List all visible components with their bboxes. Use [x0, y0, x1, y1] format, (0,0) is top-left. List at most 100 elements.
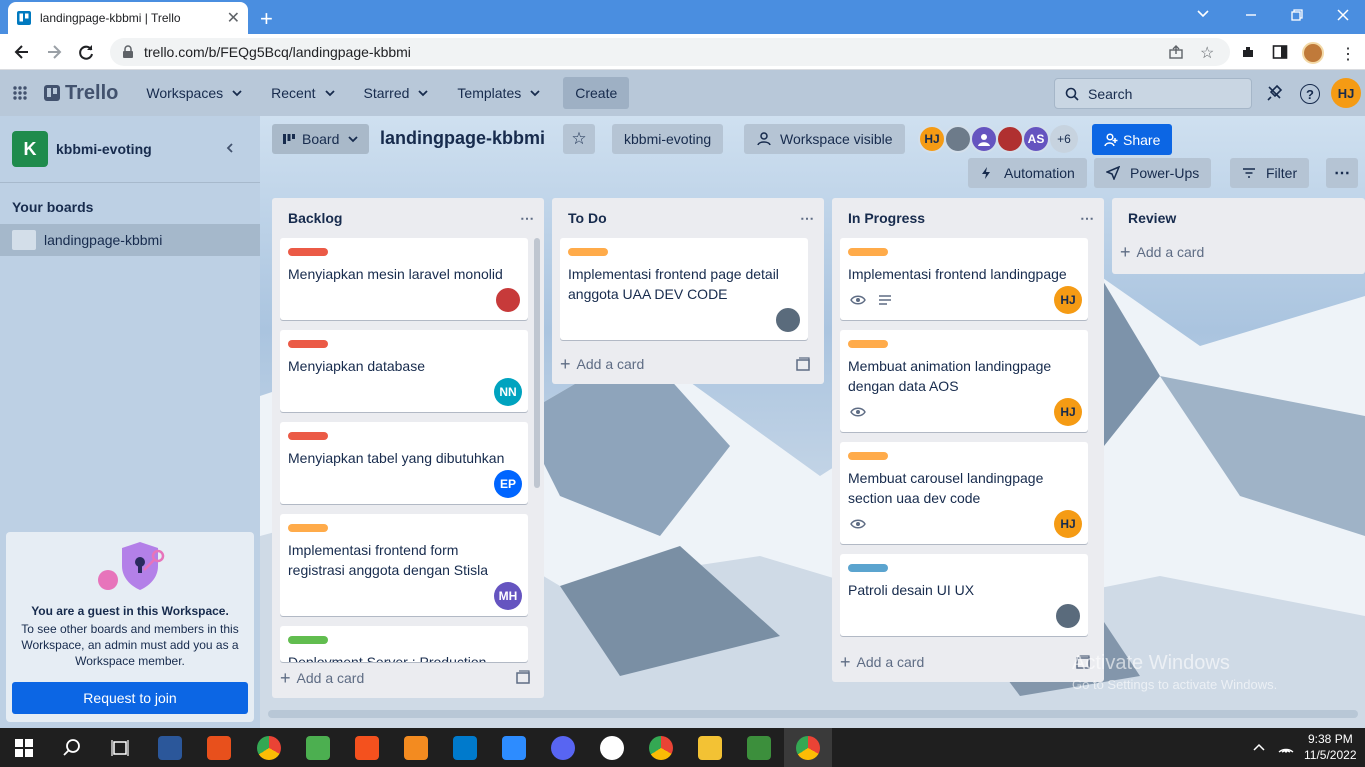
new-tab-icon[interactable]: + [260, 6, 273, 32]
tab-search-icon[interactable] [1196, 6, 1210, 20]
tray-chevron-icon[interactable] [1252, 742, 1266, 752]
add-card-button[interactable]: + Add a card [280, 664, 364, 692]
templates-menu[interactable]: Templates [447, 77, 551, 109]
share-page-icon[interactable] [1168, 44, 1184, 60]
extensions-icon[interactable] [1240, 44, 1256, 60]
board-view-switcher[interactable]: Board [272, 124, 370, 154]
app-switcher-icon[interactable] [12, 85, 28, 101]
member-avatar-hj[interactable]: HJ [918, 125, 946, 153]
word-app-icon[interactable] [158, 736, 182, 760]
reload-icon[interactable] [76, 42, 96, 62]
board-horizontal-scrollbar[interactable] [268, 710, 1358, 718]
browser-menu-icon[interactable]: ⋮ [1340, 44, 1356, 64]
wifi-icon[interactable] [1278, 740, 1294, 754]
chrome-app-icon[interactable] [257, 736, 281, 760]
add-card-button[interactable]: + Add a card [840, 648, 924, 676]
star-board-button[interactable]: ☆ [563, 124, 595, 154]
xampp-app-icon[interactable] [355, 736, 379, 760]
notifications-icon[interactable] [1265, 84, 1283, 102]
card-label [848, 248, 888, 256]
forward-icon[interactable] [44, 42, 64, 62]
workspace-name[interactable]: kbbmi-evoting [56, 141, 152, 157]
powerups-button[interactable]: Power-Ups [1094, 158, 1212, 188]
writer-app-icon[interactable] [600, 736, 624, 760]
side-panel-icon[interactable] [1272, 44, 1288, 60]
list-menu-icon[interactable]: ⋯ [520, 210, 534, 227]
chrome-profile-app-icon[interactable] [649, 736, 673, 760]
more-members-badge[interactable]: +6 [1050, 125, 1078, 153]
chevron-down-icon [529, 87, 541, 99]
close-window-icon[interactable] [1336, 8, 1350, 22]
discord-app-icon[interactable] [551, 736, 575, 760]
list-menu-icon[interactable]: ⋯ [1080, 210, 1094, 227]
card[interactable]: Membuat carousel landingpage section uaa… [840, 442, 1088, 544]
member-avatar-photo-2[interactable] [996, 125, 1024, 153]
list-scrollbar[interactable] [534, 238, 540, 488]
request-to-join-button[interactable]: Request to join [12, 682, 248, 714]
help-icon[interactable]: ? [1300, 84, 1320, 104]
taskbar-search-icon[interactable] [62, 738, 82, 758]
card[interactable]: Patroli desain UI UX [840, 554, 1088, 636]
clock-time[interactable]: 9:38 PM [1308, 732, 1353, 746]
sublime-app-icon[interactable] [404, 736, 428, 760]
minimize-icon[interactable] [1244, 8, 1258, 22]
back-icon[interactable] [12, 42, 32, 62]
card[interactable]: Deployment Server : Production [280, 626, 528, 662]
member-avatar-as[interactable]: AS [1022, 125, 1050, 153]
card-template-icon[interactable] [516, 670, 530, 684]
collapse-sidebar-icon[interactable] [224, 141, 236, 155]
card-template-icon[interactable] [796, 357, 810, 371]
chrome-active-app-icon[interactable] [796, 736, 820, 760]
windows-start-icon[interactable] [15, 739, 33, 757]
sidebar-board-item[interactable]: landingpage-kbbmi [0, 224, 260, 256]
user-avatar[interactable]: HJ [1331, 78, 1361, 108]
card[interactable]: Menyiapkan mesin laravel monolid [280, 238, 528, 320]
card[interactable]: Implementasi frontend landingpage HJ [840, 238, 1088, 320]
rocket-icon [1106, 166, 1120, 180]
vscode-app-icon[interactable] [453, 736, 477, 760]
card-title: Patroli desain UI UX [848, 582, 975, 598]
add-card-button[interactable]: + Add a card [1120, 238, 1204, 266]
automation-button[interactable]: Automation [968, 158, 1087, 188]
browser-tab[interactable]: landingpage-kbbmi | Trello ✕ [8, 2, 248, 34]
member-avatar-photo[interactable] [944, 125, 972, 153]
create-button[interactable]: Create [563, 77, 630, 109]
clock-date[interactable]: 11/5/2022 [1304, 748, 1357, 762]
bookmark-star-icon[interactable]: ☆ [1200, 43, 1214, 63]
list-title[interactable]: Review [1128, 210, 1176, 226]
pdf-app-icon[interactable] [207, 736, 231, 760]
address-bar[interactable]: trello.com/b/FEQg5Bcq/landingpage-kbbmi … [110, 38, 1230, 66]
list-menu-icon[interactable]: ⋯ [800, 210, 814, 227]
card-label [288, 248, 328, 256]
search-box[interactable]: Search [1054, 78, 1252, 109]
board-title[interactable]: landingpage-kbbmi [380, 128, 545, 149]
list-title[interactable]: Backlog [288, 210, 342, 226]
visibility-button[interactable]: Workspace visible [744, 124, 905, 154]
close-tab-icon[interactable]: ✕ [227, 8, 240, 28]
workspaces-menu[interactable]: Workspaces [136, 77, 253, 109]
task-view-icon[interactable] [110, 738, 130, 758]
list-title[interactable]: In Progress [848, 210, 925, 226]
card[interactable]: Implementasi frontend page detail anggot… [560, 238, 808, 340]
trello-logo[interactable]: Trello [34, 77, 128, 109]
list-backlog: Backlog ⋯ Menyiapkan mesin laravel monoli… [272, 198, 544, 698]
card[interactable]: Menyiapkan database NN [280, 330, 528, 412]
green-app-icon[interactable] [306, 736, 330, 760]
file-explorer-icon[interactable] [698, 736, 722, 760]
card[interactable]: Implementasi frontend form registrasi an… [280, 514, 528, 616]
filter-button[interactable]: Filter [1230, 158, 1310, 188]
git-app-icon[interactable] [747, 736, 771, 760]
workspace-button[interactable]: kbbmi-evoting [612, 124, 724, 154]
recent-menu[interactable]: Recent [261, 77, 345, 109]
add-card-button[interactable]: + Add a card [560, 350, 644, 378]
card[interactable]: Membuat animation landingpage dengan dat… [840, 330, 1088, 432]
starred-menu[interactable]: Starred [354, 77, 440, 109]
zoom-app-icon[interactable] [502, 736, 526, 760]
card[interactable]: Menyiapkan tabel yang dibutuhkan EP [280, 422, 528, 504]
restore-icon[interactable] [1290, 8, 1304, 22]
browser-profile-avatar[interactable] [1302, 42, 1324, 64]
board-menu-button[interactable]: ⋯ [1326, 158, 1358, 188]
list-title[interactable]: To Do [568, 210, 607, 226]
share-button[interactable]: Share [1092, 124, 1173, 155]
member-avatar-user-icon[interactable] [970, 125, 998, 153]
